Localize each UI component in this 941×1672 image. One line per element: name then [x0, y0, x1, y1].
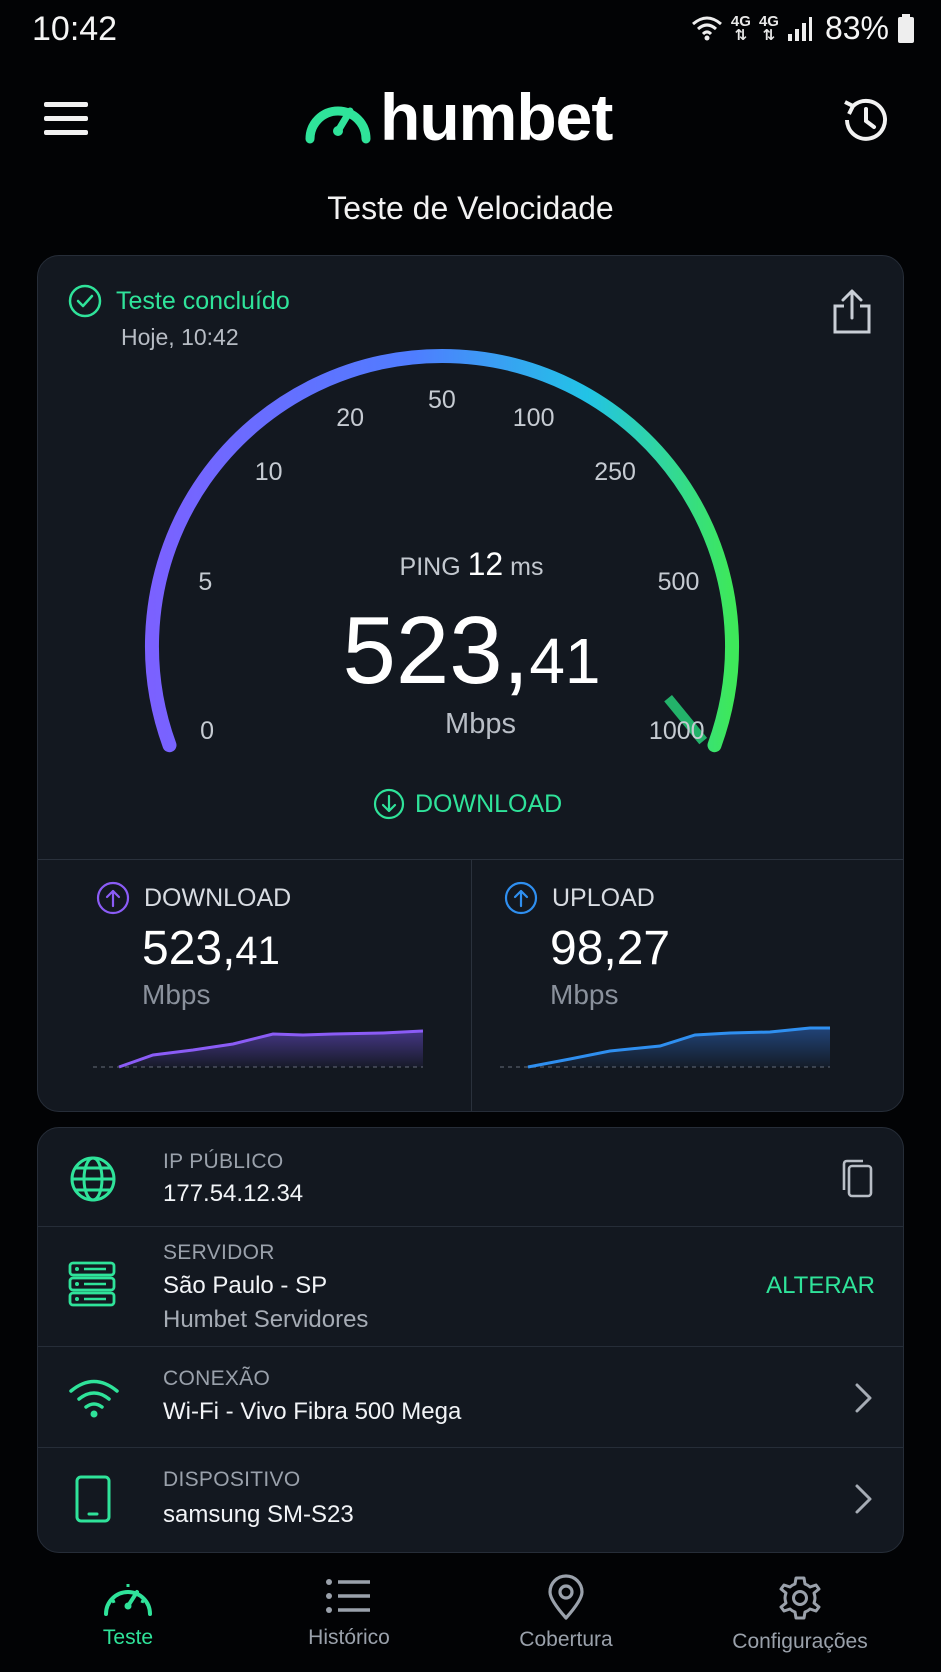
chevron-right-icon	[855, 1484, 872, 1514]
connection-value: Wi-Fi - Vivo Fibra 500 Mega	[163, 1398, 462, 1425]
download-value-int: 523,	[142, 922, 236, 975]
download-value-dec: 41	[235, 929, 280, 973]
info-card: IP PÚBLICO 177.54.12.34 SERVIDOR São Pau…	[37, 1127, 904, 1553]
upload-label: UPLOAD	[552, 883, 655, 912]
nav-label: Teste	[102, 1626, 154, 1649]
server-provider: Humbet Servidores	[163, 1306, 369, 1333]
app-header: humbet	[0, 70, 941, 170]
upload-unit: Mbps	[550, 979, 619, 1010]
upload-head: UPLOAD	[504, 881, 655, 915]
ping-unit: ms	[510, 553, 544, 581]
gauge-tick-label: 10	[254, 457, 283, 486]
nav-label: Cobertura	[519, 1628, 613, 1651]
wifi-status-icon	[691, 16, 722, 40]
gauge-tick-label: 20	[336, 403, 365, 432]
server-value: São Paulo - SP	[163, 1272, 328, 1299]
speed-int: 523,	[342, 597, 530, 704]
upload-value-int: 98,	[550, 922, 617, 975]
nav-item-cobertura[interactable]: Cobertura	[466, 1560, 666, 1652]
nav-item-historico[interactable]: Histórico	[249, 1560, 449, 1650]
download-circle-icon	[373, 788, 405, 820]
device-value: samsung SM-S23	[163, 1501, 354, 1528]
gauge-tick-label: 50	[428, 386, 456, 414]
copy-icon[interactable]	[839, 1158, 875, 1200]
nav-item-teste[interactable]: Teste	[28, 1560, 228, 1650]
upload-metric: UPLOAD 98,27 Mbps	[472, 859, 903, 1111]
device-row[interactable]: DISPOSITIVO samsung SM-S23	[38, 1448, 903, 1552]
gauge-tick-label: 250	[594, 457, 636, 486]
device-label: DISPOSITIVO	[163, 1468, 301, 1491]
speed-dec: 41	[529, 625, 601, 697]
ip-label: IP PÚBLICO	[163, 1150, 284, 1173]
download-sparkline	[93, 1029, 423, 1069]
speed-unit: Mbps	[445, 708, 516, 740]
list-icon	[326, 1579, 370, 1613]
gear-icon	[779, 1576, 821, 1620]
gauge-tick-label: 100	[512, 403, 555, 432]
download-unit: Mbps	[142, 979, 211, 1010]
connection-label: CONEXÃO	[163, 1367, 271, 1390]
download-value: 523,41	[142, 921, 280, 976]
map-pin-icon	[548, 1574, 584, 1620]
logo-text: humbet	[380, 80, 613, 154]
history-icon[interactable]	[837, 92, 893, 148]
speed-value: 523,41	[38, 596, 903, 706]
nav-label: Histórico	[308, 1626, 390, 1649]
upload-value-dec: 27	[616, 922, 671, 975]
gauge-mode-label: DOWNLOAD	[415, 789, 563, 818]
status-bar: 10:42 4G ⇅ 4G ⇅ 83%	[0, 0, 941, 58]
bottom-nav: Teste Histórico Cobertura Configurações	[0, 1560, 941, 1672]
upload-sparkline	[500, 1026, 830, 1069]
network-type-2: 4G ⇅	[758, 12, 779, 44]
result-card: Teste concluído Hoje, 10:42 0 5 10 20 50 100 2…	[37, 255, 904, 1112]
server-icon	[68, 1261, 116, 1307]
change-server-button[interactable]: ALTERAR	[766, 1272, 875, 1300]
tablet-icon	[75, 1475, 111, 1523]
status-time: 10:42	[32, 10, 118, 48]
gauge-mode: DOWNLOAD	[373, 788, 562, 820]
battery-percent: 83%	[824, 10, 889, 46]
chevron-right-icon	[855, 1383, 872, 1413]
battery-icon	[898, 13, 914, 43]
ip-row: IP PÚBLICO 177.54.12.34	[38, 1128, 903, 1227]
signal-icon	[787, 16, 812, 41]
upload-value: 98,27	[550, 921, 670, 976]
download-label: DOWNLOAD	[144, 883, 292, 912]
nav-label: Configurações	[732, 1630, 868, 1653]
download-head: DOWNLOAD	[96, 881, 291, 915]
logo: humbet	[304, 80, 613, 154]
nav-item-configuracoes[interactable]: Configurações	[700, 1560, 900, 1654]
logo-speedometer-icon	[305, 106, 371, 144]
status-icons: 4G ⇅ 4G ⇅ 83%	[691, 10, 915, 47]
download-metric: DOWNLOAD 523,41 Mbps	[38, 859, 471, 1111]
wifi-icon	[69, 1379, 119, 1418]
ping-readout: PING 12 ms	[38, 546, 903, 583]
page-title: Teste de Velocidade	[327, 190, 614, 226]
ping-label: PING	[399, 553, 461, 581]
ping-value: 12	[467, 546, 504, 582]
server-row: SERVIDOR São Paulo - SP Humbet Servidore…	[38, 1227, 903, 1347]
network-type-1: 4G ⇅	[730, 12, 751, 44]
upload-up-icon	[504, 881, 538, 915]
menu-button[interactable]	[44, 98, 92, 138]
speedometer-icon	[104, 1584, 152, 1616]
ip-value: 177.54.12.34	[163, 1180, 304, 1207]
server-label: SERVIDOR	[163, 1241, 275, 1264]
download-up-icon	[96, 881, 130, 915]
globe-icon	[70, 1156, 116, 1202]
connection-row[interactable]: CONEXÃO Wi-Fi - Vivo Fibra 500 Mega	[38, 1347, 903, 1448]
